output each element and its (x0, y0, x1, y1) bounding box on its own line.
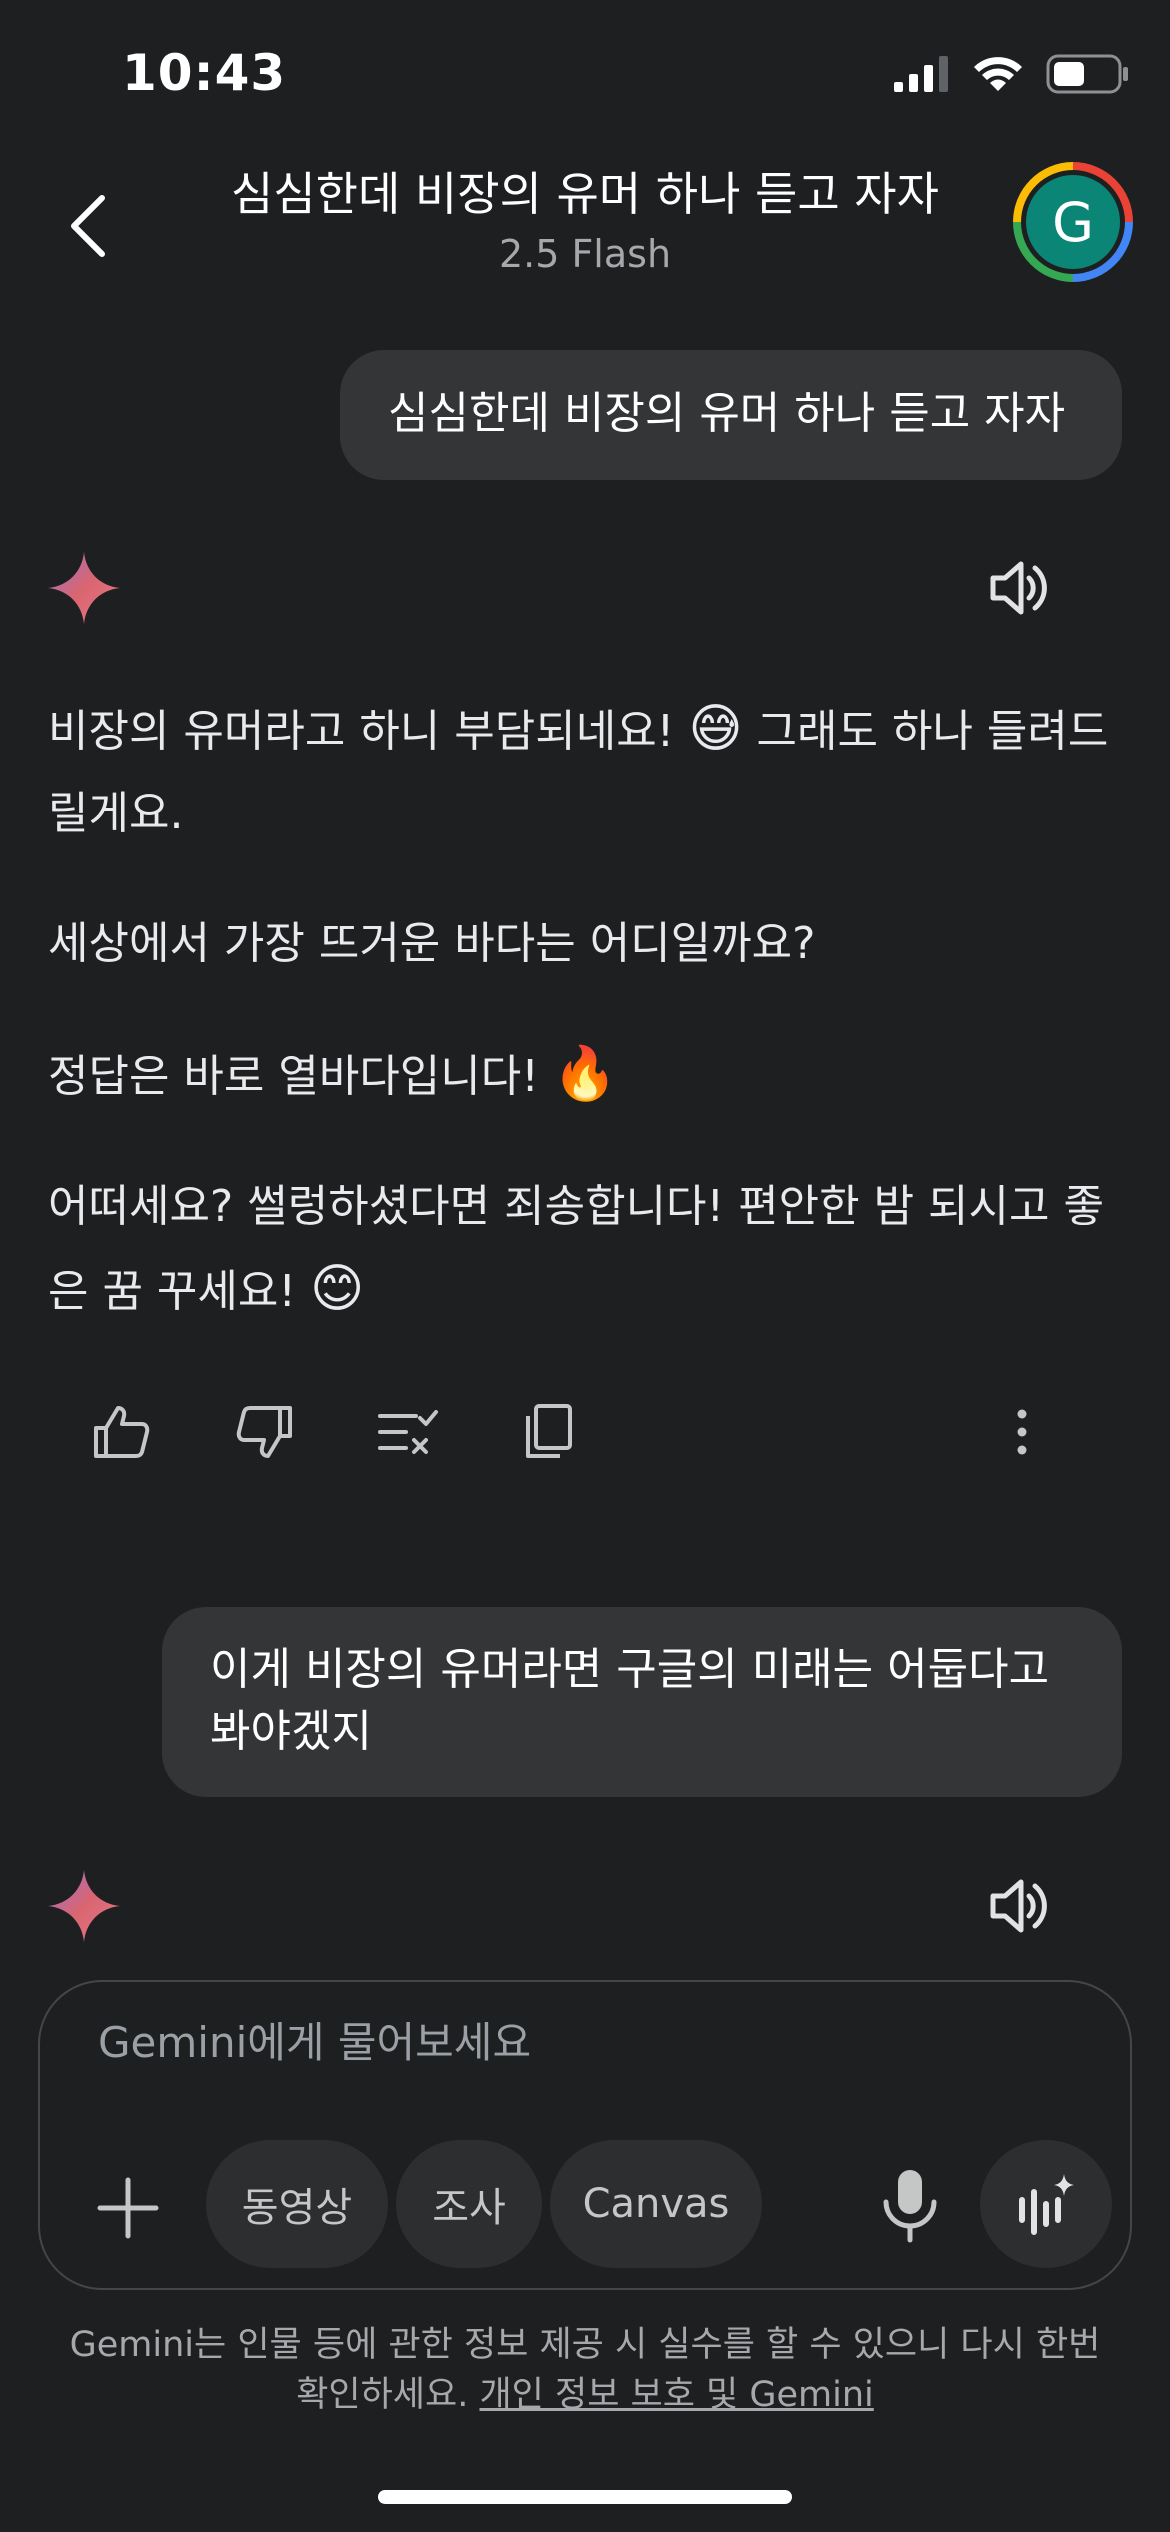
microphone-icon[interactable] (870, 2162, 950, 2246)
privacy-link[interactable]: 개인 정보 보호 및 Gemini (479, 2375, 873, 2415)
speaker-icon[interactable] (985, 554, 1053, 622)
gemini-sparkle-icon (48, 552, 120, 624)
response-paragraph: 세상에서 가장 뜨거운 바다는 어디일까요? (48, 918, 816, 969)
prompt-input[interactable] (98, 2018, 998, 2067)
fire-emoji: 🔥 (552, 1044, 618, 1104)
status-bar: 10:43 (0, 0, 1170, 150)
double-check-icon[interactable] (376, 1400, 440, 1464)
chat-header: 심심한데 비장의 유머 하나 듣고 자자 2.5 Flash G (0, 150, 1170, 300)
user-message: 이게 비장의 유머라면 구글의 미래는 어둡다고 봐야겠지 (162, 1607, 1122, 1797)
home-indicator (378, 2490, 792, 2504)
disclaimer: Gemini는 인물 등에 관한 정보 제공 시 실수를 할 수 있으니 다시 … (60, 2320, 1110, 2420)
copy-icon[interactable] (518, 1400, 582, 1464)
battery-icon (1046, 54, 1128, 94)
signal-icon (894, 56, 948, 92)
chip-research[interactable]: 조사 (396, 2140, 542, 2268)
response-text: 정답은 바로 열바다입니다! (48, 1051, 539, 1102)
speaker-icon[interactable] (985, 1872, 1053, 1940)
more-vertical-icon[interactable] (990, 1400, 1054, 1464)
user-message: 심심한데 비장의 유머 하나 듣고 자자 (340, 350, 1122, 480)
chip-video[interactable]: 동영상 (206, 2140, 388, 2268)
avatar-ring: G (1021, 170, 1125, 274)
avatar-letter: G (1026, 175, 1120, 269)
composer: 동영상 조사 Canvas (38, 1980, 1132, 2290)
chat-title[interactable]: 심심한데 비장의 유머 하나 듣고 자자 (0, 158, 1170, 224)
status-time: 10:43 (122, 44, 287, 102)
avatar[interactable]: G (1013, 162, 1133, 282)
chip-canvas[interactable]: Canvas (550, 2140, 762, 2268)
status-icons (894, 54, 1130, 94)
response-paragraph: 어떠세요? 썰렁하셨다면 죄송합니다! 편안한 밤 되시고 좋은 꿈 꾸세요! … (48, 1166, 1128, 1333)
gemini-live-icon (1019, 2174, 1074, 2235)
response-text: 비장의 유머라고 하니 부담되네요! (48, 706, 675, 757)
thumbs-down-icon[interactable] (232, 1400, 296, 1464)
gemini-sparkle-icon (48, 1870, 120, 1942)
response-paragraph: 정답은 바로 열바다입니다! 🔥 (48, 1033, 1128, 1118)
response-actions (90, 1400, 1090, 1480)
gemini-live-button[interactable] (980, 2140, 1112, 2268)
thumbs-up-icon[interactable] (90, 1400, 154, 1464)
sweat-smile-emoji: 😅 (688, 699, 743, 759)
smile-emoji: 😊 (310, 1259, 365, 1319)
response-text: 어떠세요? 썰렁하셨다면 죄송합니다! 편안한 밤 되시고 좋은 꿈 꾸세요! (48, 1181, 1104, 1317)
wifi-icon (974, 57, 1022, 91)
response-paragraph: 비장의 유머라고 하니 부담되네요! 😅 그래도 하나 들려드릴게요. (48, 688, 1128, 855)
model-label[interactable]: 2.5 Flash (0, 232, 1170, 276)
plus-icon[interactable] (96, 2176, 160, 2240)
gemini-response: 비장의 유머라고 하니 부담되네요! 😅 그래도 하나 들려드릴게요. 세상에서… (48, 688, 1128, 1381)
